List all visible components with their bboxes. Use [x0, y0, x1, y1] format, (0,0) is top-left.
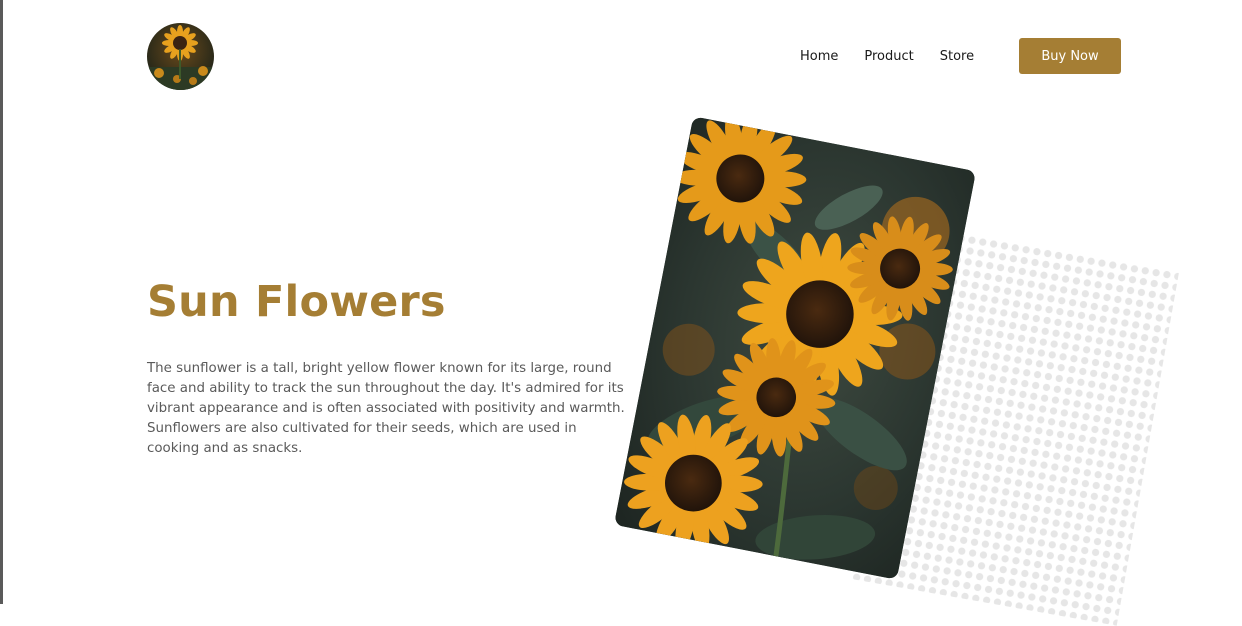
sunflower-logo-icon[interactable]: [147, 23, 214, 90]
buy-now-button[interactable]: Buy Now: [1019, 38, 1121, 74]
nav-home-link[interactable]: Home: [800, 49, 838, 64]
nav-product-link[interactable]: Product: [864, 49, 913, 64]
window-edge: [0, 0, 3, 604]
nav-store-link[interactable]: Store: [940, 49, 974, 64]
main-nav: Home Product Store: [800, 38, 1000, 74]
hero-description: The sunflower is a tall, bright yellow f…: [147, 361, 625, 456]
hero-title: Sun Flowers: [147, 277, 446, 327]
